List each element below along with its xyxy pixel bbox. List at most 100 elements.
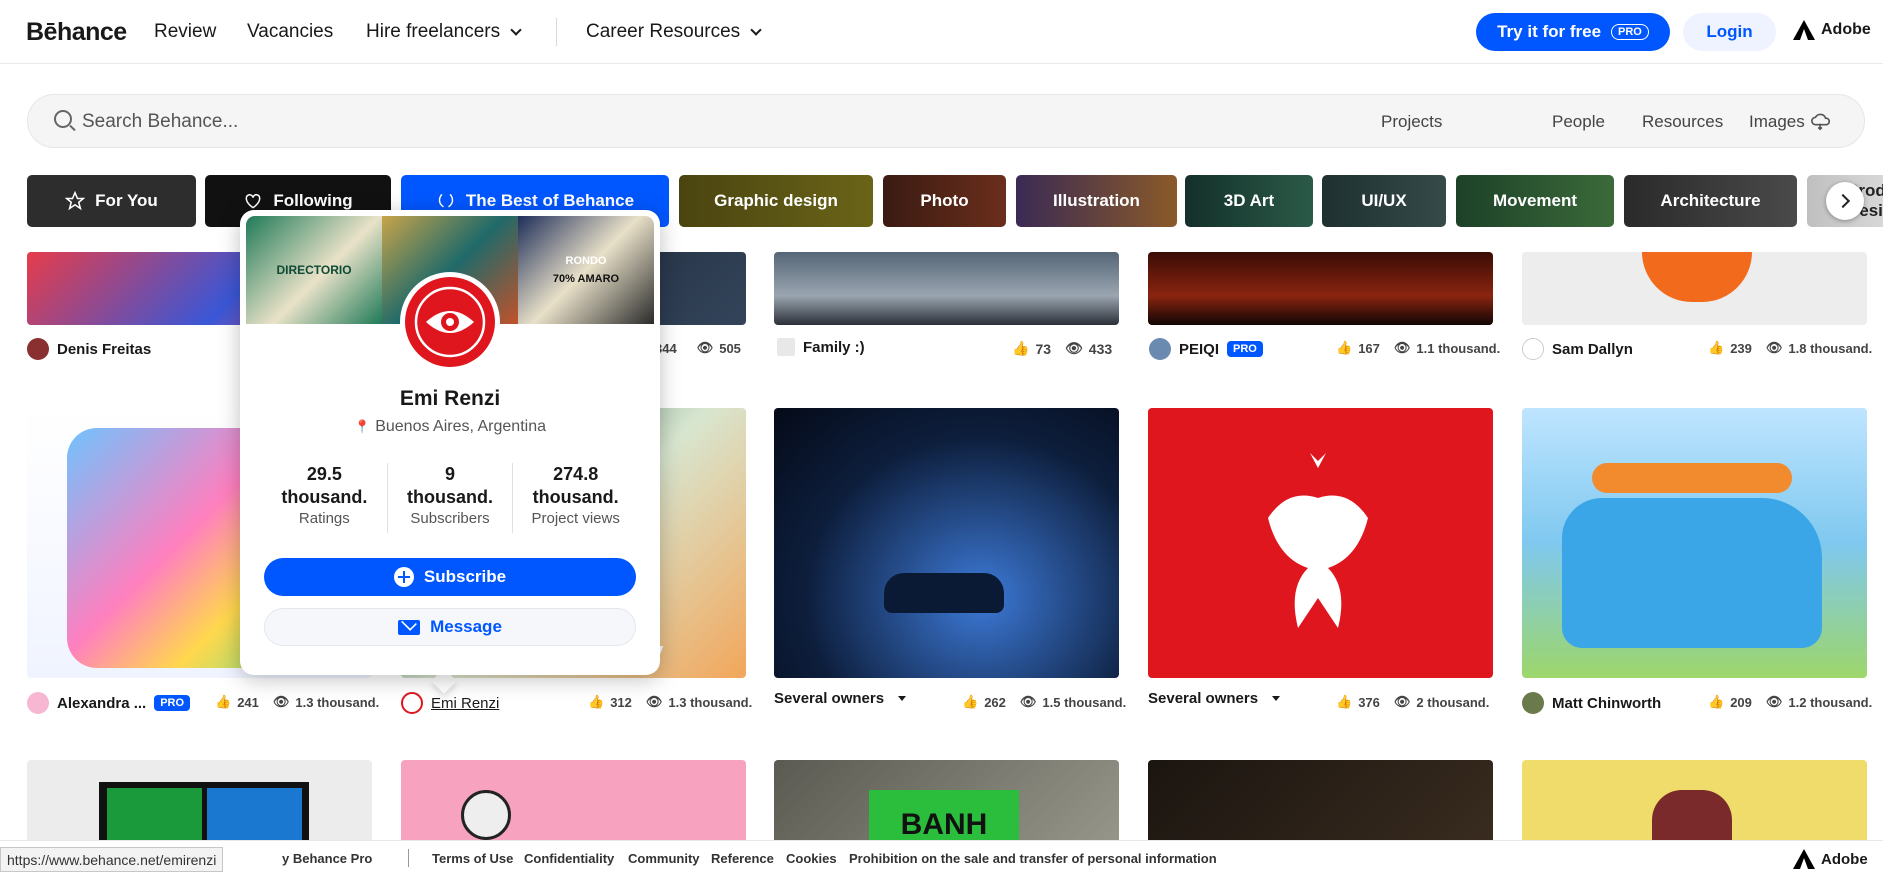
project-thumbnail[interactable] [1522,408,1867,678]
footer-link-terms[interactable]: Terms of Use [432,851,513,866]
project-owner[interactable]: Matt Chinworth [1522,692,1661,714]
project-thumbnail[interactable] [774,408,1119,678]
caret-down-icon [1272,696,1281,701]
subscribe-button[interactable]: Subscribe [264,558,636,596]
search-filter-resources[interactable]: Resources [1642,112,1723,132]
nav-vacancies[interactable]: Vacancies [247,21,333,43]
category-illustration[interactable]: Illustration [1016,175,1177,227]
project-owner[interactable]: Sam Dallyn [1522,338,1633,360]
project-stats: 👍 167 👁 1.1 thousand. [1336,340,1500,356]
category-photo[interactable]: Photo [883,175,1006,227]
footer-link-community[interactable]: Community [628,851,700,866]
category-movement[interactable]: Movement [1456,175,1614,227]
image-search-icon[interactable] [1810,110,1832,132]
project-stats: 👍 262 👁 1.5 thousand. [962,694,1126,710]
project-stats: 👍 73 👁 433 [1012,340,1112,357]
cover-text: RONDO [565,255,607,267]
laurel-icon [438,193,454,208]
nav-vacancies-label: Vacancies [247,21,334,42]
project-owner[interactable]: PEIQI PRO [1149,338,1263,360]
footer-link-confidentiality[interactable]: Confidentiality [524,851,614,866]
kayak-illustration [1592,463,1792,493]
stat-unit: thousand. [532,487,619,507]
avatar [27,338,49,360]
owner-name: PEIQI [1179,340,1220,358]
try-free-button[interactable]: Try it for free PRO [1476,13,1670,51]
category-label: The Best of Behance [465,191,635,210]
views-count: 1.1 thousand. [1416,340,1501,356]
login-button[interactable]: Login [1683,13,1776,51]
project-owner[interactable]: Emi Renzi [401,692,499,714]
stat-ratings: 29.5 thousand. Ratings [262,463,387,533]
project-owner[interactable]: Family :) [777,338,865,356]
owner-name: Family :) [803,338,865,356]
likes-count: 241 [237,694,259,710]
project-thumbnail[interactable] [1148,252,1493,325]
cover-image-1: DIRECTORIO [246,216,382,324]
likes-count: 262 [984,694,1006,710]
behance-logo[interactable]: Bēhance [26,18,127,47]
stat-unit: thousand. [281,487,368,507]
project-owner[interactable]: Alexandra ... PRO [27,692,191,714]
search-bar: Projects People Resources Images [27,94,1865,148]
thumbs-up-icon: 👍 [1336,340,1353,355]
category-for-you[interactable]: For You [27,175,196,227]
category-label: UI/UX [1361,191,1407,210]
project-owner[interactable]: Denis Freitas [27,338,151,360]
footer-link-reference[interactable]: Reference [711,851,774,866]
message-button[interactable]: Message [264,608,636,646]
footer-link-prohibition[interactable]: Prohibition on the sale and transfer of … [849,851,1217,866]
footer-link-behance-pro[interactable]: y Behance Pro [282,851,372,866]
pro-badge: PRO [1227,341,1263,357]
adobe-logo[interactable]: Adobe [1793,20,1871,40]
owner-name: Several owners [1148,690,1259,707]
search-filter-people[interactable]: People [1552,112,1605,132]
caret-down-icon [898,696,907,701]
likes-count: 73 [1035,340,1052,357]
eye-icon: 👁 [1393,694,1411,709]
views-count: 433 [1088,340,1113,357]
nav-career-resources[interactable]: Career Resources [586,21,762,43]
footer-adobe-logo[interactable]: Adobe [1793,849,1868,869]
views-count: 1.8 thousand. [1788,340,1873,356]
project-stats: 👍 209 👁 1.2 thousand. [1708,694,1872,710]
scroll-right-button[interactable] [1826,182,1864,220]
category-graphic-design[interactable]: Graphic design [679,175,873,227]
search-filter-images[interactable]: Images [1749,112,1805,132]
search-input[interactable] [82,107,982,137]
project-owner-dropdown[interactable]: Several owners [1148,690,1281,707]
category-label: Following [273,191,353,210]
heart-icon [245,193,261,209]
eye-icon: 👁 [1019,694,1037,709]
footer: y Behance Pro Terms of Use Confidentiali… [0,840,1883,872]
nav-hire-freelancers[interactable]: Hire freelancers [366,21,522,43]
eye-icon: 👁 [1765,694,1783,709]
owner-name[interactable]: Emi Renzi [431,695,499,712]
avatar [777,338,795,356]
search-filter-projects[interactable]: Projects [1381,112,1442,132]
footer-divider [408,849,409,867]
nav-review[interactable]: Review [154,21,216,43]
eye-icon: 👁 [1065,340,1083,356]
eye-seal-logo [405,277,495,367]
stat-project-views: 274.8 thousand. Project views [512,463,638,533]
cover-text: DIRECTORIO [276,263,352,277]
views-count: 1.3 thousand. [668,694,753,710]
category-ui-ux[interactable]: UI/UX [1322,175,1446,227]
eye-icon: 👁 [696,340,714,355]
project-stats: 👍 312 👁 1.3 thousand. [588,694,752,710]
stat-label: Ratings [298,510,350,527]
adobe-icon [1793,20,1815,40]
mail-icon [398,619,421,635]
category-3d-art[interactable]: 3D Art [1185,175,1313,227]
project-thumbnail[interactable] [1148,408,1493,678]
profile-avatar[interactable] [400,272,500,372]
footer-link-cookies[interactable]: Cookies [786,851,837,866]
chevron-right-icon [1835,193,1851,209]
project-thumbnail[interactable] [1522,252,1867,325]
project-owner-dropdown[interactable]: Several owners [774,690,907,707]
category-architecture[interactable]: Architecture [1624,175,1797,227]
profile-name[interactable]: Emi Renzi [240,387,660,411]
project-thumbnail[interactable] [774,252,1119,325]
owner-name: Sam Dallyn [1552,340,1633,358]
